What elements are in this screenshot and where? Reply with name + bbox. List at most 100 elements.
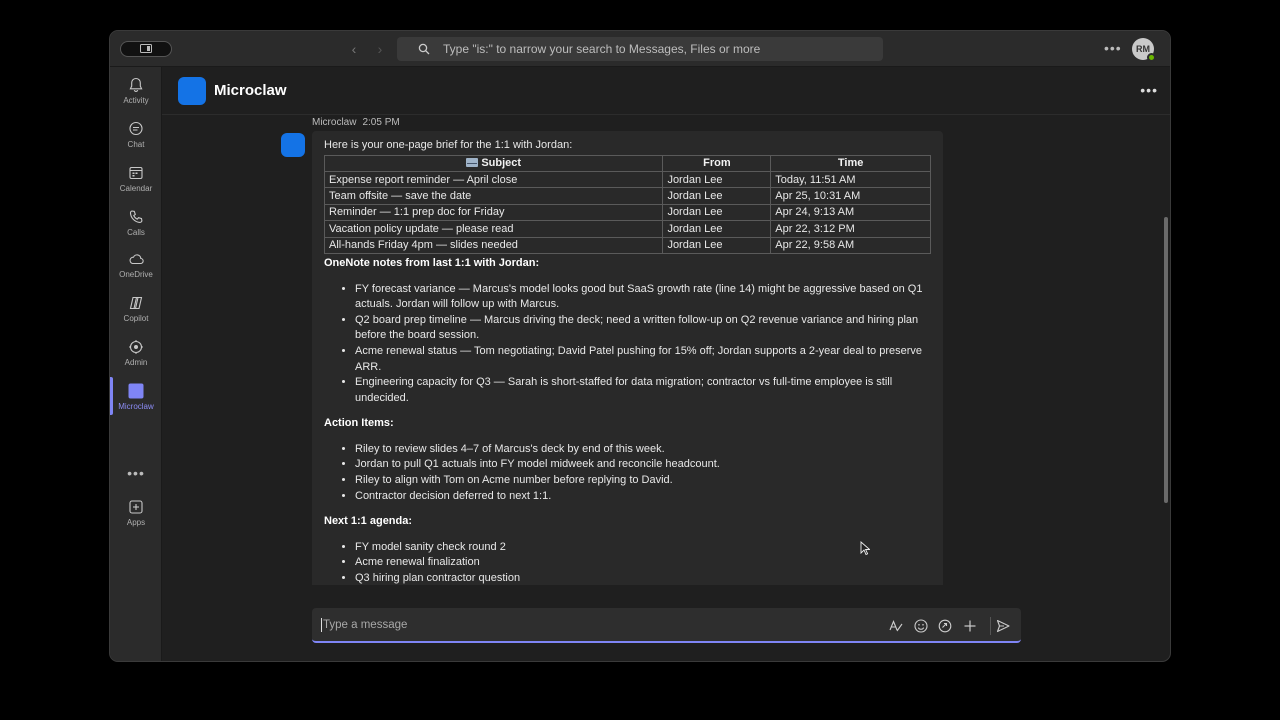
- agenda-list: FY model sanity check round 2 Acme renew…: [324, 540, 931, 585]
- cell-time: Today, 11:51 AM: [770, 170, 931, 189]
- rail-item-onedrive[interactable]: OneDrive: [110, 249, 162, 289]
- scrollbar[interactable]: [1164, 217, 1168, 503]
- rail-label: Chat: [127, 140, 145, 149]
- rail-item-calendar[interactable]: Calendar: [110, 163, 162, 203]
- message-time: 2:05 PM: [362, 117, 400, 128]
- chat-title: Microclaw: [214, 82, 287, 99]
- rail-item-admin[interactable]: Admin: [110, 337, 162, 377]
- rail-label: Microclaw: [118, 402, 154, 411]
- mouse-cursor-icon: [860, 541, 870, 556]
- action-items-heading: Action Items:: [324, 417, 394, 430]
- list-item: Riley to align with Tom on Acme number b…: [355, 473, 931, 489]
- device-toggle-button[interactable]: [120, 41, 172, 57]
- table-row: Reminder — 1:1 prep doc for Friday Jorda…: [323, 203, 931, 222]
- table-row: Team offsite — save the date Jordan Lee …: [323, 187, 931, 205]
- notes-heading: OneNote notes from last 1:1 with Jordan:: [324, 256, 540, 269]
- message-sender: Microclaw: [312, 117, 357, 128]
- admin-icon: [129, 340, 143, 354]
- table-row: Expense report reminder — April close Jo…: [323, 170, 931, 189]
- search-input[interactable]: Type "is:" to narrow your search to Mess…: [397, 37, 883, 61]
- phone-icon: [129, 210, 143, 223]
- rail-label: Calls: [127, 228, 145, 237]
- rail-item-calls[interactable]: Calls: [110, 207, 162, 247]
- message-list[interactable]: Microclaw 2:05 PM Here is your one-page b…: [162, 115, 1170, 585]
- column-header-time: Time: [770, 154, 931, 172]
- action-items-list: Riley to review slides 4–7 of Marcus's d…: [324, 442, 931, 504]
- forward-arrow-icon[interactable]: ›: [372, 40, 388, 58]
- rail-item-copilot[interactable]: Copilot: [110, 293, 162, 333]
- sender-avatar: [281, 133, 305, 157]
- cell-time: Apr 22, 9:58 AM: [770, 236, 931, 254]
- microclaw-bot-icon: [178, 77, 206, 105]
- cell-subject: All-hands Friday 4pm — slides needed: [323, 236, 664, 254]
- format-text-icon[interactable]: [888, 618, 904, 634]
- teams-window: ‹ › Type "is:" to narrow your search to …: [109, 30, 1171, 662]
- rail-label: Apps: [126, 518, 146, 527]
- search-icon: [418, 43, 430, 55]
- send-icon[interactable]: [995, 618, 1011, 634]
- text-cursor: [321, 618, 322, 632]
- message-intro: Here is your one-page brief for the 1:1 …: [324, 139, 573, 151]
- cell-from: Jordan Lee: [662, 170, 772, 189]
- copilot-icon: [129, 296, 143, 310]
- rail-label: Calendar: [119, 184, 153, 193]
- chat-more-options-icon[interactable]: •••: [1140, 82, 1158, 98]
- title-bar: ‹ › Type "is:" to narrow your search to …: [110, 31, 1170, 67]
- rail-label: Admin: [124, 358, 148, 367]
- list-item: Q2 board prep timeline — Marcus driving …: [355, 313, 931, 344]
- back-arrow-icon[interactable]: ‹: [346, 40, 362, 58]
- emoji-icon[interactable]: [913, 618, 929, 634]
- rail-item-apps[interactable]: Apps: [110, 497, 162, 537]
- table-row: Vacation policy update — please read Jor…: [323, 220, 931, 238]
- list-item: FY forecast variance — Marcus's model lo…: [355, 282, 931, 313]
- rail-item-microclaw[interactable]: Microclaw: [110, 377, 162, 421]
- list-item: Acme renewal finalization: [355, 555, 931, 571]
- list-item: Q3 hiring plan contractor question: [355, 571, 931, 585]
- composer-divider: [990, 617, 991, 635]
- column-header-label: Subject: [481, 157, 522, 170]
- presence-status-icon: [1147, 53, 1156, 62]
- composer-placeholder: Type a message: [323, 619, 408, 631]
- avatar[interactable]: RM: [1132, 38, 1156, 62]
- more-apps-icon[interactable]: •••: [110, 465, 162, 481]
- calendar-icon: [129, 166, 143, 180]
- cell-subject: Expense report reminder — April close: [323, 170, 664, 189]
- chat-icon: [129, 121, 143, 136]
- loop-icon[interactable]: [937, 618, 953, 634]
- rail-label: OneDrive: [119, 270, 153, 279]
- rail-item-chat[interactable]: Chat: [110, 119, 162, 159]
- message-bubble: Here is your one-page brief for the 1:1 …: [312, 131, 943, 585]
- cell-time: Apr 25, 10:31 AM: [770, 187, 931, 205]
- bell-icon: [129, 77, 143, 92]
- microclaw-app-icon: [128, 383, 144, 399]
- email-table: Subject From Time Expense report reminde…: [323, 154, 931, 254]
- rail-label: Copilot: [123, 314, 149, 323]
- rail-item-activity[interactable]: Activity: [110, 75, 162, 115]
- cell-subject: Team offsite — save the date: [323, 187, 664, 205]
- chat-header: Microclaw •••: [162, 67, 1170, 115]
- add-attachment-icon[interactable]: [962, 618, 978, 634]
- search-placeholder: Type "is:" to narrow your search to Mess…: [443, 42, 761, 56]
- list-item: Engineering capacity for Q3 — Sarah is s…: [355, 375, 931, 406]
- cell-time: Apr 24, 9:13 AM: [770, 203, 931, 222]
- list-item: Riley to review slides 4–7 of Marcus's d…: [355, 442, 931, 458]
- cell-subject: Vacation policy update — please read: [323, 220, 664, 238]
- cell-time: Apr 22, 3:12 PM: [770, 220, 931, 238]
- cell-subject: Reminder — 1:1 prep doc for Friday: [323, 203, 664, 222]
- list-item: Jordan to pull Q1 actuals into FY model …: [355, 457, 931, 473]
- table-header-row: Subject From Time: [323, 154, 931, 172]
- message-composer[interactable]: Type a message: [312, 608, 1021, 643]
- more-options-icon[interactable]: •••: [1104, 40, 1122, 56]
- app-rail: Activity Chat Calendar Calls OneDrive Co…: [110, 67, 162, 661]
- column-header-subject: Subject: [323, 154, 664, 172]
- device-icon: [140, 44, 152, 53]
- agenda-heading: Next 1:1 agenda:: [324, 515, 413, 528]
- list-item: FY model sanity check round 2: [355, 540, 931, 556]
- cell-from: Jordan Lee: [662, 203, 772, 222]
- cloud-icon: [129, 254, 144, 265]
- avatar-initials: RM: [1136, 44, 1150, 54]
- cell-from: Jordan Lee: [662, 187, 772, 205]
- list-item: Contractor decision deferred to next 1:1…: [355, 489, 931, 505]
- rail-label: Activity: [123, 96, 149, 105]
- table-row: All-hands Friday 4pm — slides needed Jor…: [323, 236, 931, 254]
